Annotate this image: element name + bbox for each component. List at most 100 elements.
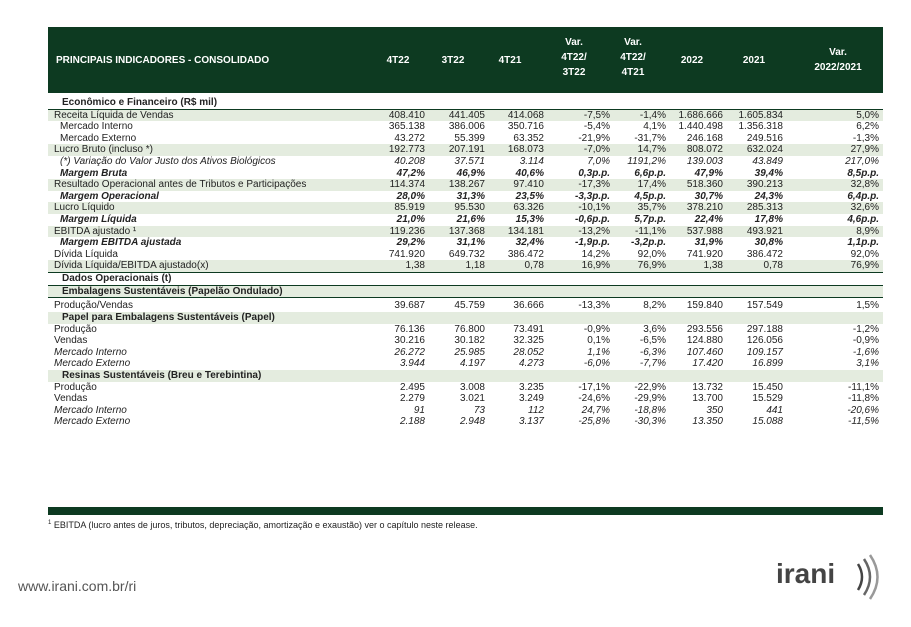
row-label: Margem EBITDA ajustada [60,237,182,249]
table-row: Resultado Operacional antes de Tributos … [48,179,883,191]
section-row: Papel para Embalagens Sustentáveis (Pape… [48,312,883,324]
cell-value: 14,7% [637,144,666,156]
cell-value: 37.571 [454,155,485,167]
cell-value: 97.410 [513,179,544,191]
cell-value: 4.197 [459,358,485,370]
cell-value: 24,7% [581,404,610,416]
cell-value: 30.216 [394,335,425,347]
cell-value: 55.399 [454,132,485,144]
cell-value: 43.849 [752,155,783,167]
column-header: 4T21 [480,53,540,68]
cell-value: 73.491 [513,323,544,335]
cell-value: 137.368 [448,225,485,237]
column-header-line: 4T21 [621,67,645,78]
cell-value: -11,1% [848,381,879,393]
cell-value: 15,3% [515,213,544,225]
row-label: Receita Líquida de Vendas [54,109,174,121]
row-label: Econômico e Financeiro (R$ mil) [62,97,218,108]
cell-value: 297.188 [746,323,783,335]
footnote: 1 EBITDA (lucro antes de juros, tributos… [48,520,478,530]
cell-value: -1,6% [852,346,879,358]
cell-value: 23,5% [515,190,544,202]
section-row: Embalagens Sustentáveis (Papelão Ondulad… [48,284,883,299]
cell-value: 441.405 [448,109,485,121]
cell-value: -6,3% [639,346,666,358]
table-row: Receita Líquida de Vendas 408.410 441.405 4… [48,109,883,122]
cell-value: 76,9% [637,260,666,272]
row-label: Margem Líquida [60,213,137,225]
cell-value: 7,0% [587,155,610,167]
cell-value: -0,9% [852,335,879,347]
row-label: Dívida Líquida/EBITDA ajustado(x) [54,260,209,272]
column-header: 2022 [662,53,722,68]
cell-value: -1,4% [639,109,666,121]
cell-value: 32,6% [850,202,879,214]
cell-value: 1,18 [465,260,485,272]
section-row: Resinas Sustentáveis (Breu e Terebintina… [48,370,883,382]
row-label: Vendas [54,393,88,405]
indicators-table: Econômico e Financeiro (R$ mil) Receita L… [48,97,883,428]
cell-value: 28.052 [513,346,544,358]
cell-value: -1,3% [852,132,879,144]
section-row: Dados Operacionais (t) [48,271,883,285]
table-row: EBITDA ajustado ¹ 119.236 137.368 134.181 -1… [48,225,883,238]
cell-value: 24,3% [754,190,783,202]
cell-value: 741.920 [686,248,723,260]
table-row: Lucro Bruto (incluso *) 192.773 207.191 168… [48,144,883,156]
cell-value: 4.273 [518,358,544,370]
cell-value: 124.880 [686,335,723,347]
cell-value: 386.472 [507,248,544,260]
website-url[interactable]: www.irani.com.br/ri [18,578,136,594]
cell-value: -11,8% [848,393,879,405]
cell-value: 91 [413,404,425,416]
cell-value: 293.556 [686,323,723,335]
cell-value: -1,2% [852,323,879,335]
cell-value: 1,1p.p. [847,237,879,249]
row-label: Mercado Externo [54,358,131,370]
cell-value: 47,9% [694,167,723,179]
cell-value: 4,5p.p. [634,190,666,202]
cell-value: 3.137 [518,416,544,428]
table-header: PRINCIPAIS INDICADORES - CONSOLIDADO 4T2… [48,27,883,93]
cell-value: 109.157 [746,346,783,358]
cell-value: 92,0% [637,248,666,260]
row-label: Mercado Externo [60,132,137,144]
table-row: Vendas 30.216 30.182 32.325 0,1% -6,5% 124.880… [48,335,883,347]
footnote-text: EBITDA (lucro antes de juros, tributos, … [53,520,478,530]
cell-value: 741.920 [388,248,425,260]
table-row: (*) Variação do Valor Justo dos Ativos B… [48,156,883,168]
cell-value: 138.267 [448,179,485,191]
row-label: Mercado Externo [54,416,131,428]
cell-value: 386.006 [448,121,485,133]
cell-value: 5,0% [856,109,879,121]
cell-value: 17,4% [637,179,666,191]
cell-value: 13.732 [692,381,723,393]
cell-value: 31,1% [456,237,485,249]
table-row: Mercado Interno 91 73 112 24,7% -18,8% 350 441 -… [48,405,883,417]
row-label: Dívida Líquida [54,248,118,260]
cell-value: 119.236 [389,225,425,237]
cell-value: 17,8% [754,213,783,225]
cell-value: 537.988 [686,225,723,237]
cell-value: 73 [473,404,485,416]
cell-value: -3,2p.p. [630,237,666,249]
cell-value: 3.944 [399,358,425,370]
cell-value: 192.773 [388,144,425,156]
cell-value: -7,0% [583,144,610,156]
cell-value: 25.985 [454,346,485,358]
row-label: Produção [54,323,97,335]
cell-value: 15.529 [752,393,783,405]
table-row: Produção 76.136 76.800 73.491 -0,9% 3,6% 293.5… [48,324,883,336]
cell-value: 1,38 [703,260,723,272]
cell-value: -20,6% [847,404,879,416]
cell-value: 139.003 [686,155,723,167]
cell-value: 632.024 [746,144,783,156]
section-row: Econômico e Financeiro (R$ mil) [48,97,883,110]
table-row: Margem Líquida 21,0% 21,6% 15,3% -0,6p.p. 5,7… [48,214,883,226]
cell-value: 63.326 [513,202,544,214]
cell-value: 22,4% [694,213,723,225]
cell-value: -17,3% [578,179,610,191]
cell-value: -11,1% [635,225,666,237]
cell-value: 32,4% [515,237,544,249]
cell-value: 46,9% [456,167,485,179]
